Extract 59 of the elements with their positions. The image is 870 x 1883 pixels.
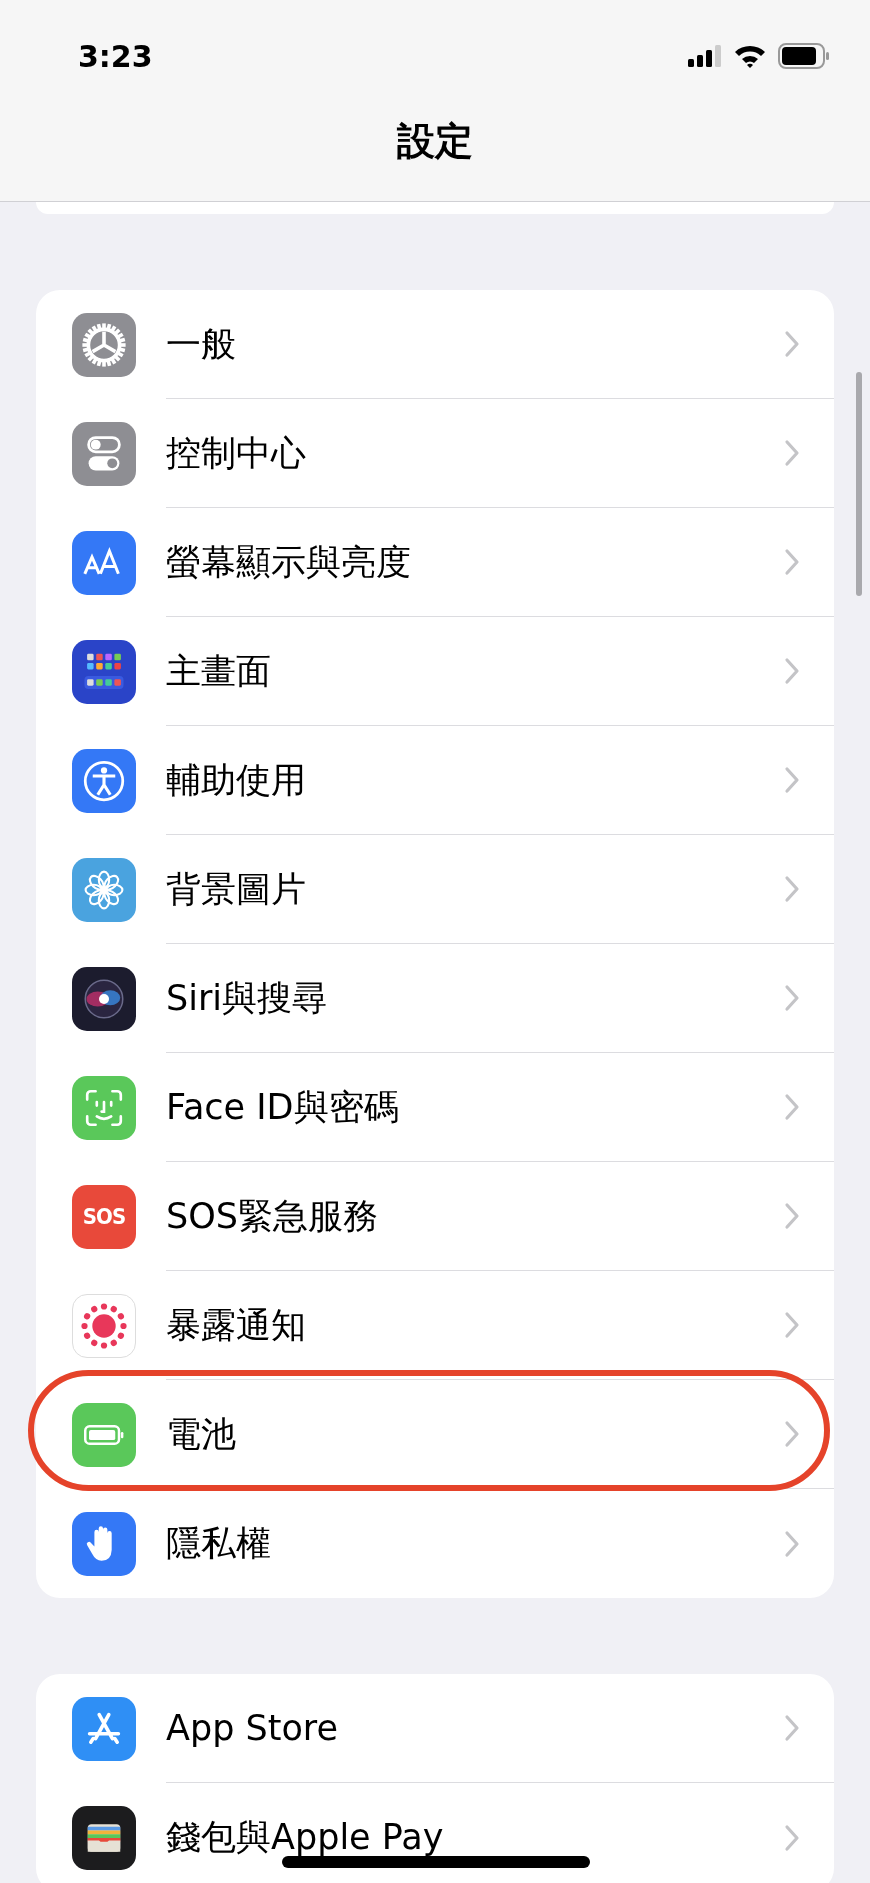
settings-row[interactable]: 暴露通知	[36, 1271, 834, 1380]
status-time: 3:23	[78, 38, 153, 74]
row-label: 錢包與Apple Pay	[166, 1816, 444, 1859]
chevron-icon	[784, 1093, 800, 1121]
wallet-icon	[72, 1805, 136, 1870]
row-label: 控制中心	[166, 431, 306, 475]
settings-row[interactable]: 主畫面	[36, 617, 834, 726]
chevron-icon	[784, 1420, 800, 1448]
row-label: 螢幕顯示與亮度	[166, 540, 411, 584]
settings-row[interactable]: 輔助使用	[36, 726, 834, 835]
row-label: Siri與搜尋	[166, 976, 328, 1020]
chevron-icon	[784, 330, 800, 358]
row-label: 輔助使用	[166, 758, 306, 802]
toggle-switches-icon	[72, 421, 136, 486]
letters-icon	[72, 530, 136, 595]
settings-row[interactable]: 一般	[36, 290, 834, 399]
settings-row[interactable]: 隱私權	[36, 1489, 834, 1598]
battery-icon	[72, 1402, 136, 1467]
row-label: 一般	[166, 322, 236, 366]
row-label: SOS緊急服務	[166, 1194, 378, 1238]
row-label: 電池	[166, 1412, 236, 1456]
row-label: 背景圖片	[166, 867, 306, 911]
chevron-icon	[784, 548, 800, 576]
dotted-sun-icon	[72, 1293, 136, 1358]
chevron-icon	[784, 766, 800, 794]
battery-status-icon	[778, 43, 830, 69]
face-frame-icon	[72, 1075, 136, 1140]
orb-icon	[72, 966, 136, 1031]
wifi-icon	[734, 44, 766, 68]
page-title: 設定	[396, 119, 474, 164]
settings-row[interactable]: 控制中心	[36, 399, 834, 508]
chevron-icon	[784, 439, 800, 467]
gear-icon	[72, 312, 136, 377]
a-letter-icon	[72, 1696, 136, 1761]
signal-icon	[688, 45, 722, 67]
settings-row[interactable]: App Store	[36, 1674, 834, 1783]
flower-icon	[72, 857, 136, 922]
chevron-icon	[784, 1714, 800, 1742]
row-label: Face ID與密碼	[166, 1085, 399, 1129]
app-grid-icon	[72, 639, 136, 704]
settings-row[interactable]: SOS SOS緊急服務	[36, 1162, 834, 1271]
settings-row[interactable]: 背景圖片	[36, 835, 834, 944]
chevron-icon	[784, 1529, 800, 1558]
chevron-icon	[784, 1823, 800, 1852]
settings-row[interactable]: Siri與搜尋	[36, 944, 834, 1053]
chevron-icon	[784, 984, 800, 1012]
sos-icon: SOS	[72, 1184, 136, 1249]
settings-row[interactable]: 電池	[36, 1380, 834, 1489]
chevron-icon	[784, 1202, 800, 1230]
settings-row[interactable]: 螢幕顯示與亮度	[36, 508, 834, 617]
settings-row[interactable]: Face ID與密碼	[36, 1053, 834, 1162]
row-label: 暴露通知	[166, 1303, 306, 1347]
row-label: 隱私權	[166, 1522, 271, 1565]
chevron-icon	[784, 657, 800, 685]
row-label: App Store	[166, 1708, 338, 1748]
row-label: 主畫面	[166, 649, 271, 693]
hand-icon	[72, 1511, 136, 1576]
chevron-icon	[784, 875, 800, 903]
chevron-icon	[784, 1311, 800, 1339]
